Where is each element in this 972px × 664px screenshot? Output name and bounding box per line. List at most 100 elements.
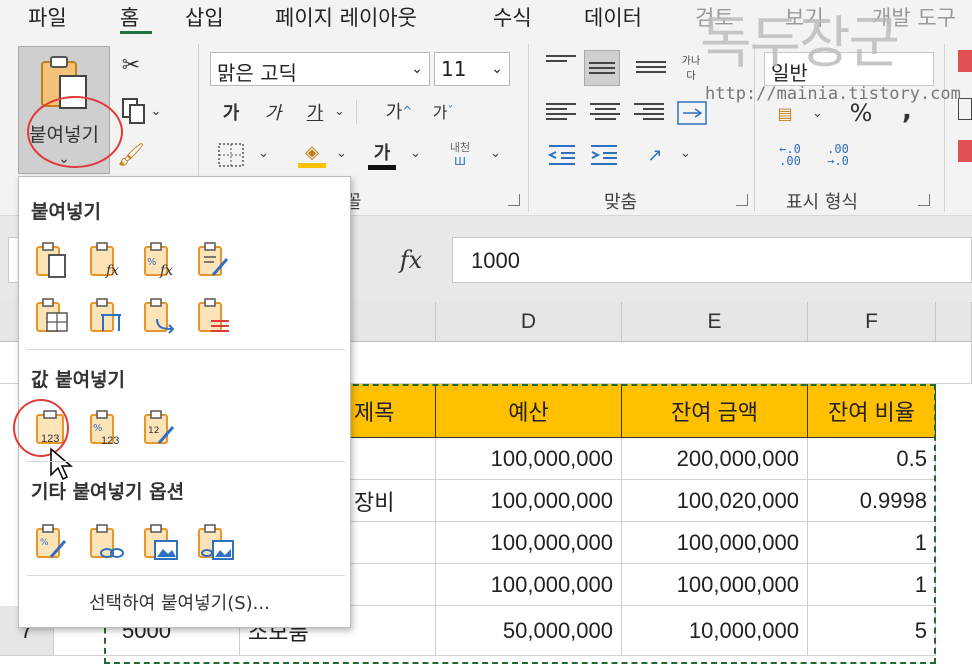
chevron-down-icon[interactable]: ⌄ — [410, 146, 421, 161]
table-cell[interactable]: 50,000,000 — [436, 606, 622, 656]
table-cell[interactable]: 0.5 — [808, 438, 936, 480]
chevron-down-icon[interactable]: ⌄ — [680, 146, 691, 161]
cell-style-icon[interactable] — [958, 140, 972, 162]
paste-values-number-format-icon[interactable]: %123 — [87, 409, 127, 449]
increase-indent-icon[interactable] — [588, 140, 620, 170]
font-color-button[interactable]: 가 — [366, 136, 398, 172]
paste-values-source-format-icon[interactable]: 12 — [141, 409, 181, 449]
table-header-ratio[interactable]: 잔여 비율 — [808, 384, 936, 438]
table-header-remaining[interactable]: 잔여 금액 — [622, 384, 808, 438]
table-cell[interactable]: 100,000,000 — [622, 564, 808, 606]
decrease-indent-icon[interactable] — [546, 140, 578, 170]
paste-special-item[interactable]: 선택하여 붙여넣기(S)... — [89, 589, 270, 615]
table-cell[interactable]: 5 — [808, 606, 936, 656]
column-header-e[interactable]: E — [622, 302, 808, 342]
group-divider — [528, 44, 529, 212]
paste-dropdown-menu: 붙여넣기 fx % fx 값 붙여넣기 123 % 123 12 기타 붙여넣기 옵… — [13, 176, 351, 628]
tab-home[interactable]: 홈 — [120, 2, 139, 32]
tab-file[interactable]: 파일 — [28, 2, 67, 32]
align-center-icon[interactable] — [590, 100, 620, 126]
table-cell[interactable]: 100,000,000 — [436, 564, 622, 606]
border-button[interactable] — [214, 140, 248, 170]
tab-formulas[interactable]: 수식 — [493, 2, 532, 32]
table-cell[interactable] — [346, 522, 436, 564]
orientation-icon[interactable]: ↗ — [640, 140, 670, 170]
table-cell[interactable] — [346, 438, 436, 480]
menu-divider — [27, 461, 345, 462]
paste-formatting-only-icon[interactable]: % — [33, 523, 73, 563]
align-top-icon[interactable] — [546, 52, 576, 78]
chevron-down-icon[interactable]: ⌄ — [812, 106, 823, 121]
table-cell[interactable]: 1 — [808, 522, 936, 564]
paste-keep-source-format-icon[interactable] — [195, 241, 235, 281]
section-header-values: 값 붙여넣기 — [31, 369, 126, 391]
bold-button[interactable]: 가 — [218, 98, 244, 126]
border-icon — [218, 143, 244, 167]
svg-text:12: 12 — [148, 426, 159, 436]
cut-icon[interactable]: ✂ — [116, 50, 146, 80]
paste-formulas-number-format-icon[interactable]: %fx — [141, 241, 181, 281]
table-cell[interactable]: 100,000,000 — [436, 438, 622, 480]
table-cell[interactable]: 1 — [808, 564, 936, 606]
decrease-decimal-icon[interactable]: .00 →.0 — [818, 140, 858, 170]
table-header-budget[interactable]: 예산 — [436, 384, 622, 438]
column-header-f[interactable]: F — [808, 302, 936, 342]
conditional-format-icon[interactable] — [958, 50, 972, 72]
watermark-title: 독두장군 — [700, 11, 900, 76]
table-cell[interactable]: 100,000,000 — [622, 522, 808, 564]
tab-insert[interactable]: 삽입 — [185, 2, 224, 32]
table-cell[interactable]: 장비 — [346, 480, 436, 522]
fill-color-button[interactable]: ◈ — [296, 138, 328, 172]
menu-divider — [27, 349, 345, 350]
chevron-down-icon[interactable]: ⌄ — [258, 146, 269, 161]
phonetic-button[interactable]: 내천 Ш — [440, 138, 480, 168]
paste-link-icon[interactable] — [87, 523, 127, 563]
paste-linked-picture-icon[interactable] — [195, 523, 235, 563]
chevron-down-icon: ⌄ — [150, 103, 162, 119]
align-middle-icon[interactable] — [584, 50, 620, 86]
font-name-combo[interactable]: 맑은 고딕 ⌄ — [210, 52, 430, 86]
formula-input[interactable]: 1000 — [452, 237, 972, 283]
paste-icon[interactable] — [33, 241, 73, 281]
underline-button[interactable]: 가 — [302, 98, 328, 126]
column-header-d[interactable]: D — [436, 302, 622, 342]
chevron-down-icon[interactable]: ⌄ — [336, 146, 347, 161]
table-cell[interactable]: 100,020,000 — [622, 480, 808, 522]
tab-data[interactable]: 데이터 — [584, 2, 642, 32]
table-cell[interactable]: 200,000,000 — [622, 438, 808, 480]
table-header-title[interactable]: 제목 — [346, 384, 436, 438]
align-left-icon[interactable] — [546, 100, 576, 126]
insert-function-button[interactable]: fx — [372, 237, 450, 283]
paste-formatting-icon[interactable] — [195, 297, 235, 337]
table-cell[interactable] — [346, 564, 436, 606]
table-cell[interactable]: 0.9998 — [808, 480, 936, 522]
paste-formulas-icon[interactable]: fx — [87, 241, 127, 281]
number-dialog-launcher-icon[interactable] — [918, 194, 930, 206]
divider — [356, 100, 357, 124]
alignment-dialog-launcher-icon[interactable] — [736, 194, 748, 206]
paste-transpose-icon[interactable] — [141, 297, 181, 337]
table-cell[interactable]: 100,000,000 — [436, 522, 622, 564]
paste-keep-column-widths-icon[interactable] — [87, 297, 127, 337]
wrap-text-icon[interactable] — [676, 98, 708, 128]
copy-button[interactable]: ⌄ — [116, 96, 166, 126]
format-painter-icon[interactable]: 🖌 — [116, 140, 146, 170]
svg-text:fx: fx — [159, 263, 173, 279]
increase-font-button[interactable]: 가 ^ — [382, 96, 416, 126]
table-cell[interactable]: 10,000,000 — [622, 606, 808, 656]
paint-bucket-icon: ◈ — [305, 142, 319, 163]
paste-no-borders-icon[interactable] — [33, 297, 73, 337]
decrease-font-button[interactable]: 가ˇ — [426, 96, 460, 126]
column-header-g[interactable] — [936, 302, 972, 342]
chevron-down-icon[interactable]: ⌄ — [334, 104, 345, 119]
font-dialog-launcher-icon[interactable] — [508, 194, 520, 206]
align-bottom-icon[interactable] — [636, 58, 666, 84]
italic-button[interactable]: 가 — [260, 98, 286, 126]
increase-decimal-icon[interactable]: ←.0.00 — [770, 140, 810, 170]
font-size-combo[interactable]: 11 ⌄ — [434, 52, 510, 86]
align-right-icon[interactable] — [634, 100, 664, 126]
chevron-down-icon[interactable]: ⌄ — [490, 146, 501, 161]
table-cell[interactable]: 100,000,000 — [436, 480, 622, 522]
tab-page-layout[interactable]: 페이지 레이아웃 — [275, 2, 417, 32]
paste-picture-icon[interactable] — [141, 523, 181, 563]
